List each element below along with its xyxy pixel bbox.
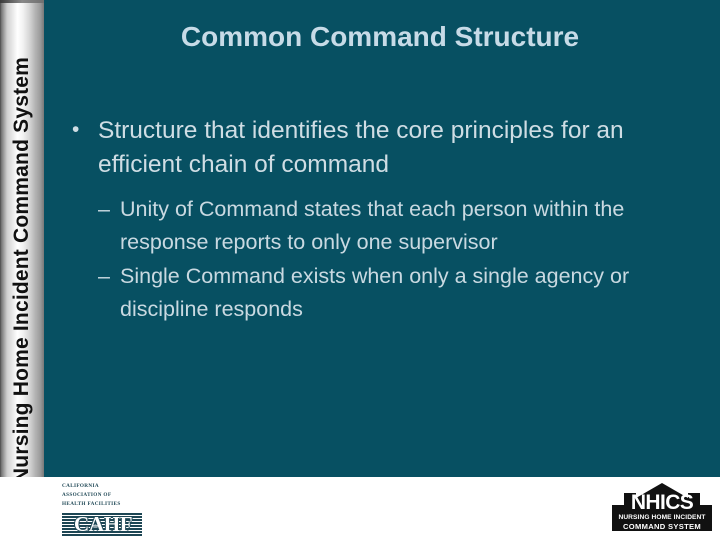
cahf-wordmark: CAHF xyxy=(74,512,133,537)
sub-bullet-text: Unity of Command states that each person… xyxy=(120,197,625,255)
nhics-wordmark: NHICS xyxy=(630,491,694,514)
cahf-wordmark-block: CAHF xyxy=(62,512,142,537)
cahf-logo: California Association of Health Facilit… xyxy=(62,482,158,537)
nhics-house-icon: NHICS NURSING HOME INCIDENT COMMAND SYST… xyxy=(612,483,712,531)
vertical-title-label: Nursing Home Incident Command System xyxy=(10,56,33,484)
nhics-subtitle-line1: NURSING HOME INCIDENT xyxy=(618,514,706,521)
cahf-logo-line2: Association of xyxy=(62,492,112,499)
cahf-logo-line3: Health Facilities xyxy=(62,501,121,508)
dash-icon: – xyxy=(98,197,110,222)
list-item: – Single Command exists when only a sing… xyxy=(98,260,684,326)
nhics-logo: NHICS NURSING HOME INCIDENT COMMAND SYST… xyxy=(612,483,712,531)
sub-bullet-list: – Unity of Command states that each pers… xyxy=(98,193,684,326)
nhics-subtitle-line2: COMMAND SYSTEM xyxy=(622,522,702,531)
page-title: Common Command Structure xyxy=(180,21,580,52)
cahf-logo-line1: California xyxy=(62,483,99,489)
bullet-text: Structure that identifies the core princ… xyxy=(98,117,624,178)
dash-icon: – xyxy=(98,263,110,288)
bullet-dot-icon: • xyxy=(72,118,80,141)
list-item: – Unity of Command states that each pers… xyxy=(98,193,684,259)
slide: Nursing Home Incident Command System Com… xyxy=(0,0,720,540)
list-item: • Structure that identifies the core pri… xyxy=(72,114,684,181)
sub-bullet-text: Single Command exists when only a single… xyxy=(120,263,630,321)
vertical-title-bar: Nursing Home Incident Command System xyxy=(0,0,44,540)
bullet-list: • Structure that identifies the core pri… xyxy=(72,114,684,327)
